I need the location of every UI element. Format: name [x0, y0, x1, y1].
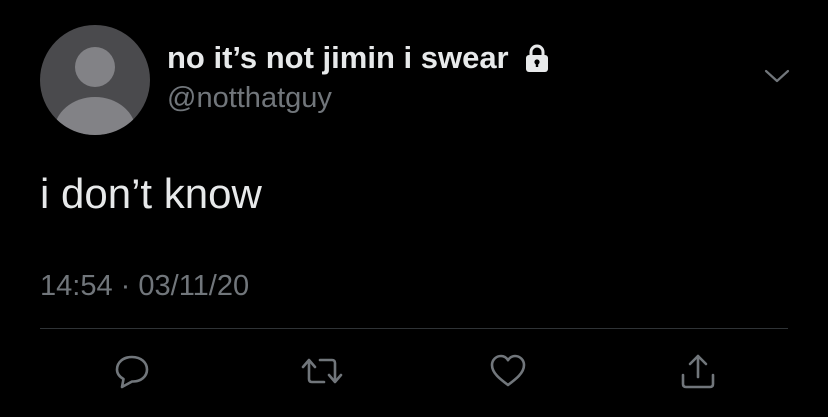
avatar[interactable] [40, 25, 150, 135]
share-button[interactable] [676, 349, 720, 393]
tweet-timestamp[interactable]: 14:54 · 03/11/20 [40, 270, 249, 303]
retweet-icon [300, 351, 344, 391]
lock-icon [521, 42, 553, 74]
author-handle[interactable]: @notthatguy [167, 82, 332, 115]
like-button[interactable] [486, 349, 530, 393]
reply-icon [112, 351, 152, 391]
heart-icon [488, 351, 528, 391]
avatar-head-shape [75, 47, 115, 87]
author-display-name[interactable]: no it’s not jimin i swear [167, 40, 553, 76]
reply-button[interactable] [110, 349, 154, 393]
share-icon [678, 351, 718, 391]
tweet-text: i don’t know [40, 170, 262, 217]
tweet-date: 03/11/20 [138, 270, 250, 302]
timestamp-separator: · [120, 270, 131, 302]
retweet-button[interactable] [300, 349, 344, 393]
more-options-chevron-down-icon[interactable] [760, 64, 794, 88]
tweet-time: 14:54 [40, 270, 113, 302]
divider [40, 328, 788, 329]
display-name-text: no it’s not jimin i swear [167, 40, 509, 75]
avatar-shoulders-shape [54, 97, 136, 135]
